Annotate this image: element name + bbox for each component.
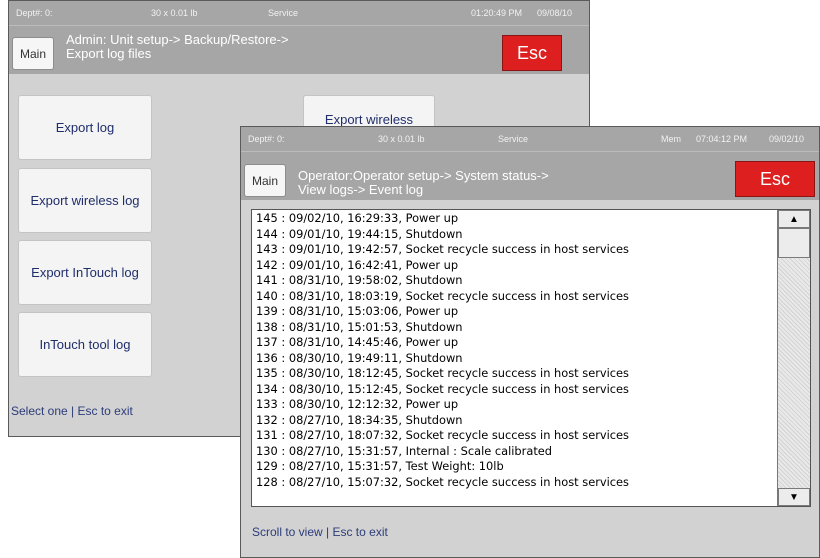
title-bar: Main Operator:Operator setup-> System st… xyxy=(241,151,819,200)
main-button[interactable]: Main xyxy=(12,37,54,70)
clock-date: 09/02/10 xyxy=(769,134,805,144)
log-entry: 129 : 08/27/10, 15:31:57, Test Weight: 1… xyxy=(256,459,504,473)
title-bar: Main Admin: Unit setup-> Backup/Restore-… xyxy=(9,25,589,74)
instruction-text: Scroll to view | Esc to exit xyxy=(252,525,388,539)
clock-time: 01:20:49 PM xyxy=(471,8,523,18)
export-wireless-log-button[interactable]: Export wireless log xyxy=(18,168,152,233)
esc-button[interactable]: Esc xyxy=(502,35,562,71)
scrollbar-thumb[interactable] xyxy=(778,228,810,258)
log-entry: 131 : 08/27/10, 18:07:32, Socket recycle… xyxy=(256,428,629,442)
export-log-button[interactable]: Export log xyxy=(18,95,152,160)
log-entry: 138 : 08/31/10, 15:01:53, Shutdown xyxy=(256,319,463,334)
log-entry: 142 : 09/01/10, 16:42:41, Power up xyxy=(256,257,459,272)
instruction-text: Select one | Esc to exit xyxy=(11,404,133,418)
breadcrumb: Operator:Operator setup-> System status-… xyxy=(298,169,549,197)
log-entry: 143 : 09/01/10, 19:42:57, Socket recycle… xyxy=(256,242,629,256)
intouch-tool-log-button[interactable]: InTouch tool log xyxy=(18,312,152,377)
log-entry: 133 : 08/30/10, 12:12:32, Power up xyxy=(256,397,459,411)
scroll-up-icon[interactable]: ▲ xyxy=(778,210,810,228)
log-entry: 128 : 08/27/10, 15:07:32, Socket recycle… xyxy=(256,474,629,489)
breadcrumb-line: Export log files xyxy=(66,46,152,61)
log-entry: 132 : 08/27/10, 18:34:35, Shutdown xyxy=(256,412,463,427)
status-bar: Dept#: 0: 30 x 0.01 lb Service 01:20:49 … xyxy=(9,1,589,25)
log-entry: 140 : 08/31/10, 18:03:19, Socket recycle… xyxy=(256,288,629,303)
event-log-window: Dept#: 0: 30 x 0.01 lb Service Mem 07:04… xyxy=(240,126,820,558)
breadcrumb-line: View logs-> Event log xyxy=(298,182,424,197)
mode-indicator: Service xyxy=(498,134,529,144)
clock-date: 09/08/10 xyxy=(537,8,573,18)
export-intouch-log-button[interactable]: Export InTouch log xyxy=(18,240,152,305)
log-lines: 145 : 09/02/10, 16:29:33, Power up 144 :… xyxy=(256,211,629,490)
log-entry: 134 : 08/30/10, 15:12:45, Socket recycle… xyxy=(256,381,629,396)
clock-time: 07:04:12 PM xyxy=(696,134,748,144)
breadcrumb: Admin: Unit setup-> Backup/Restore-> Exp… xyxy=(66,33,289,61)
breadcrumb-line: Operator:Operator setup-> System status-… xyxy=(298,168,549,183)
log-entry: 145 : 09/02/10, 16:29:33, Power up xyxy=(256,211,459,225)
log-entry: 136 : 08/30/10, 19:49:11, Shutdown xyxy=(256,350,463,365)
vertical-scrollbar[interactable]: ▲ ▼ xyxy=(777,210,810,506)
esc-button[interactable]: Esc xyxy=(735,161,815,197)
log-entry: 137 : 08/31/10, 14:45:46, Power up xyxy=(256,335,459,349)
main-button[interactable]: Main xyxy=(244,164,286,197)
memory-indicator: Mem xyxy=(661,134,681,144)
dept-indicator: Dept#: 0: xyxy=(16,8,53,18)
scale-indicator: 30 x 0.01 lb xyxy=(378,134,425,144)
breadcrumb-line: Admin: Unit setup-> Backup/Restore-> xyxy=(66,32,289,47)
log-entry: 130 : 08/27/10, 15:31:57, Internal : Sca… xyxy=(256,443,553,458)
log-entry: 135 : 08/30/10, 18:12:45, Socket recycle… xyxy=(256,366,629,380)
scroll-down-icon[interactable]: ▼ xyxy=(778,488,810,506)
scale-indicator: 30 x 0.01 lb xyxy=(151,8,198,18)
log-entry: 141 : 08/31/10, 19:58:02, Shutdown xyxy=(256,273,463,287)
mode-indicator: Service xyxy=(268,8,299,18)
status-bar: Dept#: 0: 30 x 0.01 lb Service Mem 07:04… xyxy=(241,127,819,151)
event-log-list[interactable]: 145 : 09/02/10, 16:29:33, Power up 144 :… xyxy=(251,209,811,507)
log-entry: 139 : 08/31/10, 15:03:06, Power up xyxy=(256,304,459,318)
dept-indicator: Dept#: 0: xyxy=(248,134,285,144)
log-entry: 144 : 09/01/10, 19:44:15, Shutdown xyxy=(256,226,463,241)
